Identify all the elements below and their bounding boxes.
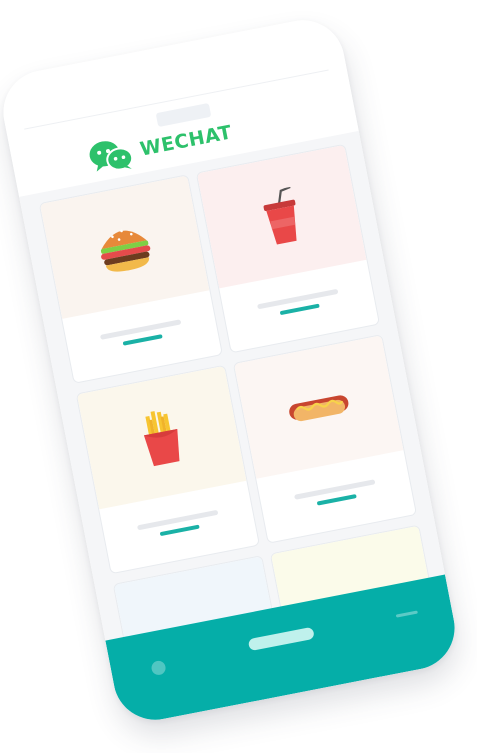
product-name-placeholder — [99, 319, 182, 340]
french-fries-icon — [143, 410, 180, 466]
product-image — [196, 144, 367, 289]
product-price-placeholder — [316, 494, 357, 506]
product-name-placeholder — [136, 509, 219, 531]
product-grid — [38, 143, 435, 665]
hotdog-icon — [289, 394, 349, 421]
burger-icon — [100, 229, 151, 272]
home-button[interactable] — [247, 626, 315, 652]
wechat-chat-bubbles-icon — [89, 141, 134, 172]
stage: WECHAT — [0, 0, 477, 753]
product-image — [39, 175, 210, 319]
product-card-soda[interactable] — [195, 143, 381, 354]
product-card-hotdog[interactable] — [232, 334, 418, 544]
product-price-placeholder — [122, 334, 163, 346]
phone-frame: WECHAT — [0, 13, 462, 727]
product-image — [76, 365, 247, 510]
product-image — [233, 335, 404, 479]
back-button[interactable] — [150, 659, 167, 677]
product-price-placeholder — [279, 303, 320, 316]
brand-name: WECHAT — [138, 121, 234, 161]
soda-cup-icon — [263, 185, 297, 245]
product-name-placeholder — [257, 288, 339, 310]
product-price-placeholder — [159, 524, 200, 537]
product-card-burger[interactable] — [38, 174, 224, 384]
menu-button[interactable] — [395, 610, 418, 618]
product-name-placeholder — [294, 479, 376, 500]
product-card-fries[interactable] — [75, 364, 261, 575]
